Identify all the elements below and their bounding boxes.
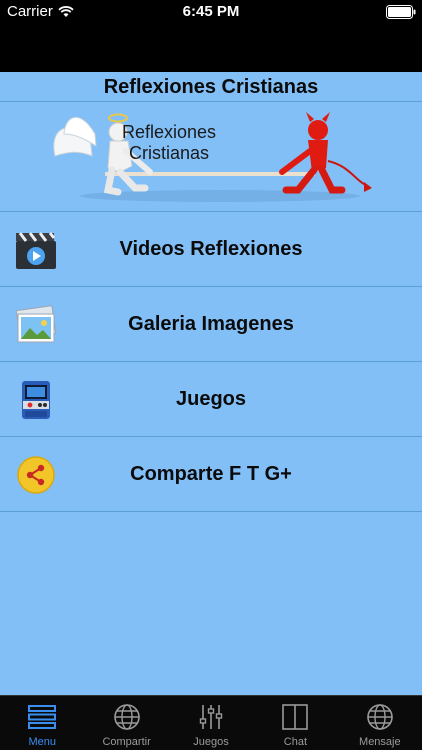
page-title: Reflexiones Cristianas [103, 76, 319, 98]
menu-item-comparte[interactable]: Comparte F T G+ [0, 437, 422, 512]
menu-list: Reflexiones Cristianas Reflexiones Crist… [0, 72, 422, 695]
status-bar: Carrier 6:45 PM [0, 0, 422, 24]
menu-item-label: Galeria Imagenes [128, 313, 294, 335]
globe-icon [113, 704, 140, 730]
tab-bar: Menu Compartir Juegos Chat Mensaje [0, 695, 422, 750]
banner-line-2: Cristianas [128, 143, 210, 163]
globe-icon [367, 704, 393, 730]
menu-icon [28, 705, 57, 729]
menu-item-galeria[interactable]: Galeria Imagenes [0, 287, 422, 362]
clock: 6:45 PM [182, 3, 240, 20]
tab-juegos[interactable]: Juegos [169, 696, 253, 750]
menu-item-label: Comparte F T G+ [130, 463, 292, 485]
menu-item-juegos[interactable]: Juegos [0, 362, 422, 437]
tab-menu[interactable]: Menu [0, 696, 84, 750]
tab-label: Chat [283, 736, 308, 748]
tab-label: Juegos [193, 736, 229, 748]
tab-chat[interactable]: Chat [253, 696, 337, 750]
banner-line-1: Reflexiones [121, 122, 217, 142]
menu-item-label: Videos Reflexiones [119, 238, 303, 260]
list-header: Reflexiones Cristianas [0, 72, 422, 102]
tab-label: Compartir [102, 736, 151, 748]
tab-compartir[interactable]: Compartir [84, 696, 168, 750]
book-icon [282, 704, 309, 730]
top-bar: Carrier 6:45 PM [0, 0, 422, 72]
menu-item-videos[interactable]: Videos Reflexiones [0, 212, 422, 287]
menu-item-label: Juegos [175, 388, 247, 410]
tab-label: Menu [28, 736, 56, 748]
sliders-icon [199, 705, 223, 729]
tab-label: Mensaje [359, 736, 401, 748]
banner: Reflexiones Cristianas [0, 102, 422, 212]
battery-icon [386, 5, 416, 19]
banner-title: Reflexiones Cristianas [104, 122, 234, 164]
tab-mensaje[interactable]: Mensaje [338, 696, 422, 750]
